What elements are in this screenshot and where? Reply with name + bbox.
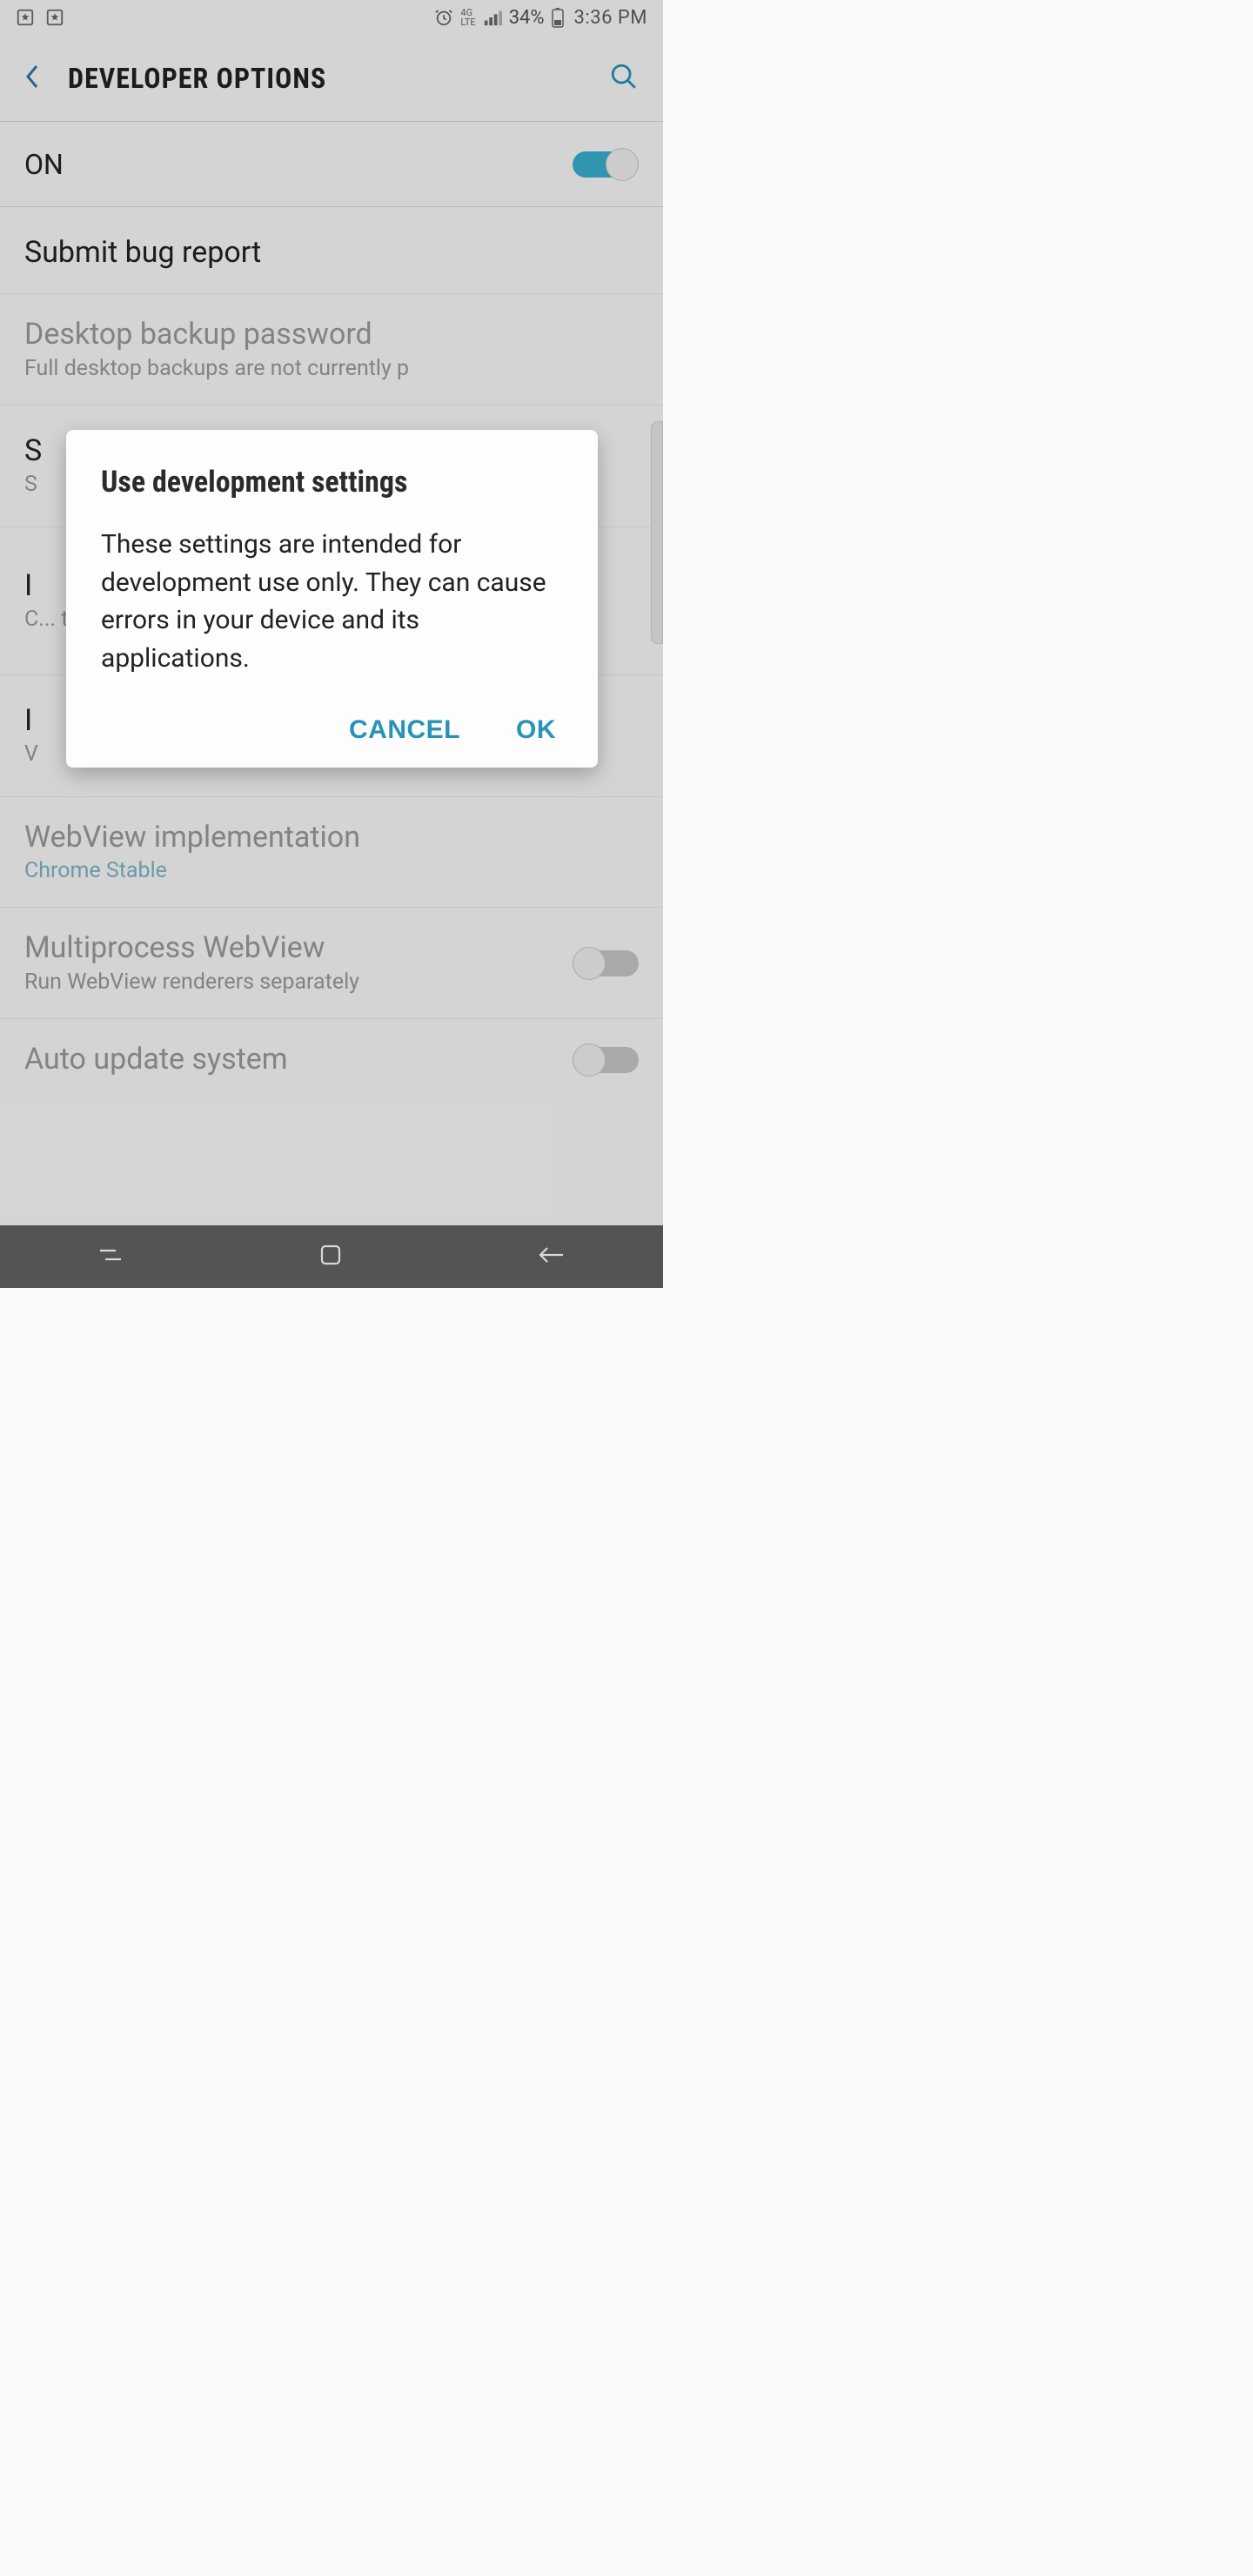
clock-text: 3:36 PM <box>574 7 647 29</box>
scroll-handle[interactable] <box>651 421 663 644</box>
signal-icon <box>483 8 502 27</box>
setting-title: WebView implementation <box>24 820 639 855</box>
dialog-title: Use development settings <box>101 465 563 500</box>
setting-title: Desktop backup password <box>24 317 639 352</box>
setting-title: Submit bug report <box>24 235 639 271</box>
setting-submit-bug-report[interactable]: Submit bug report <box>0 212 663 294</box>
setting-desktop-backup-password[interactable]: Desktop backup password Full desktop bac… <box>0 294 663 406</box>
setting-multiprocess-webview[interactable]: Multiprocess WebView Run WebView rendere… <box>0 908 663 1019</box>
setting-auto-update-system[interactable]: Auto update system <box>0 1019 663 1100</box>
setting-webview-implementation[interactable]: WebView implementation Chrome Stable <box>0 797 663 909</box>
setting-subtitle: Full desktop backups are not currently p <box>24 356 639 382</box>
toggle-switch[interactable] <box>573 1043 639 1077</box>
navigation-bar <box>0 1225 663 1288</box>
notification-icon <box>16 8 35 27</box>
lte-icon: 4GLTE <box>460 8 475 27</box>
confirm-dialog: Use development settings These settings … <box>66 430 598 768</box>
setting-title: Multiprocess WebView <box>24 930 555 966</box>
notification-icon <box>45 8 64 27</box>
master-toggle-row[interactable]: ON <box>0 122 663 207</box>
master-toggle-label: ON <box>24 148 64 181</box>
setting-title: Auto update system <box>24 1042 555 1077</box>
ok-button[interactable]: OK <box>516 715 556 745</box>
cancel-button[interactable]: CANCEL <box>349 715 460 745</box>
setting-subtitle: Run WebView renderers separately <box>24 969 555 996</box>
master-toggle-switch[interactable] <box>573 148 639 181</box>
app-bar: DEVELOPER OPTIONS <box>0 35 663 122</box>
dialog-body: These settings are intended for developm… <box>101 526 563 677</box>
page-title: DEVELOPER OPTIONS <box>68 62 581 95</box>
alarm-icon <box>434 8 453 27</box>
home-button[interactable] <box>318 1243 343 1271</box>
back-nav-button[interactable] <box>537 1244 566 1269</box>
toggle-switch[interactable] <box>573 947 639 980</box>
battery-percent: 34% <box>509 7 545 29</box>
battery-icon <box>552 7 564 28</box>
setting-subtitle: Chrome Stable <box>24 858 639 884</box>
back-button[interactable] <box>24 64 40 93</box>
status-bar: 4GLTE 34% 3:36 PM <box>0 0 663 35</box>
recents-button[interactable] <box>97 1244 124 1270</box>
search-button[interactable] <box>609 62 639 95</box>
